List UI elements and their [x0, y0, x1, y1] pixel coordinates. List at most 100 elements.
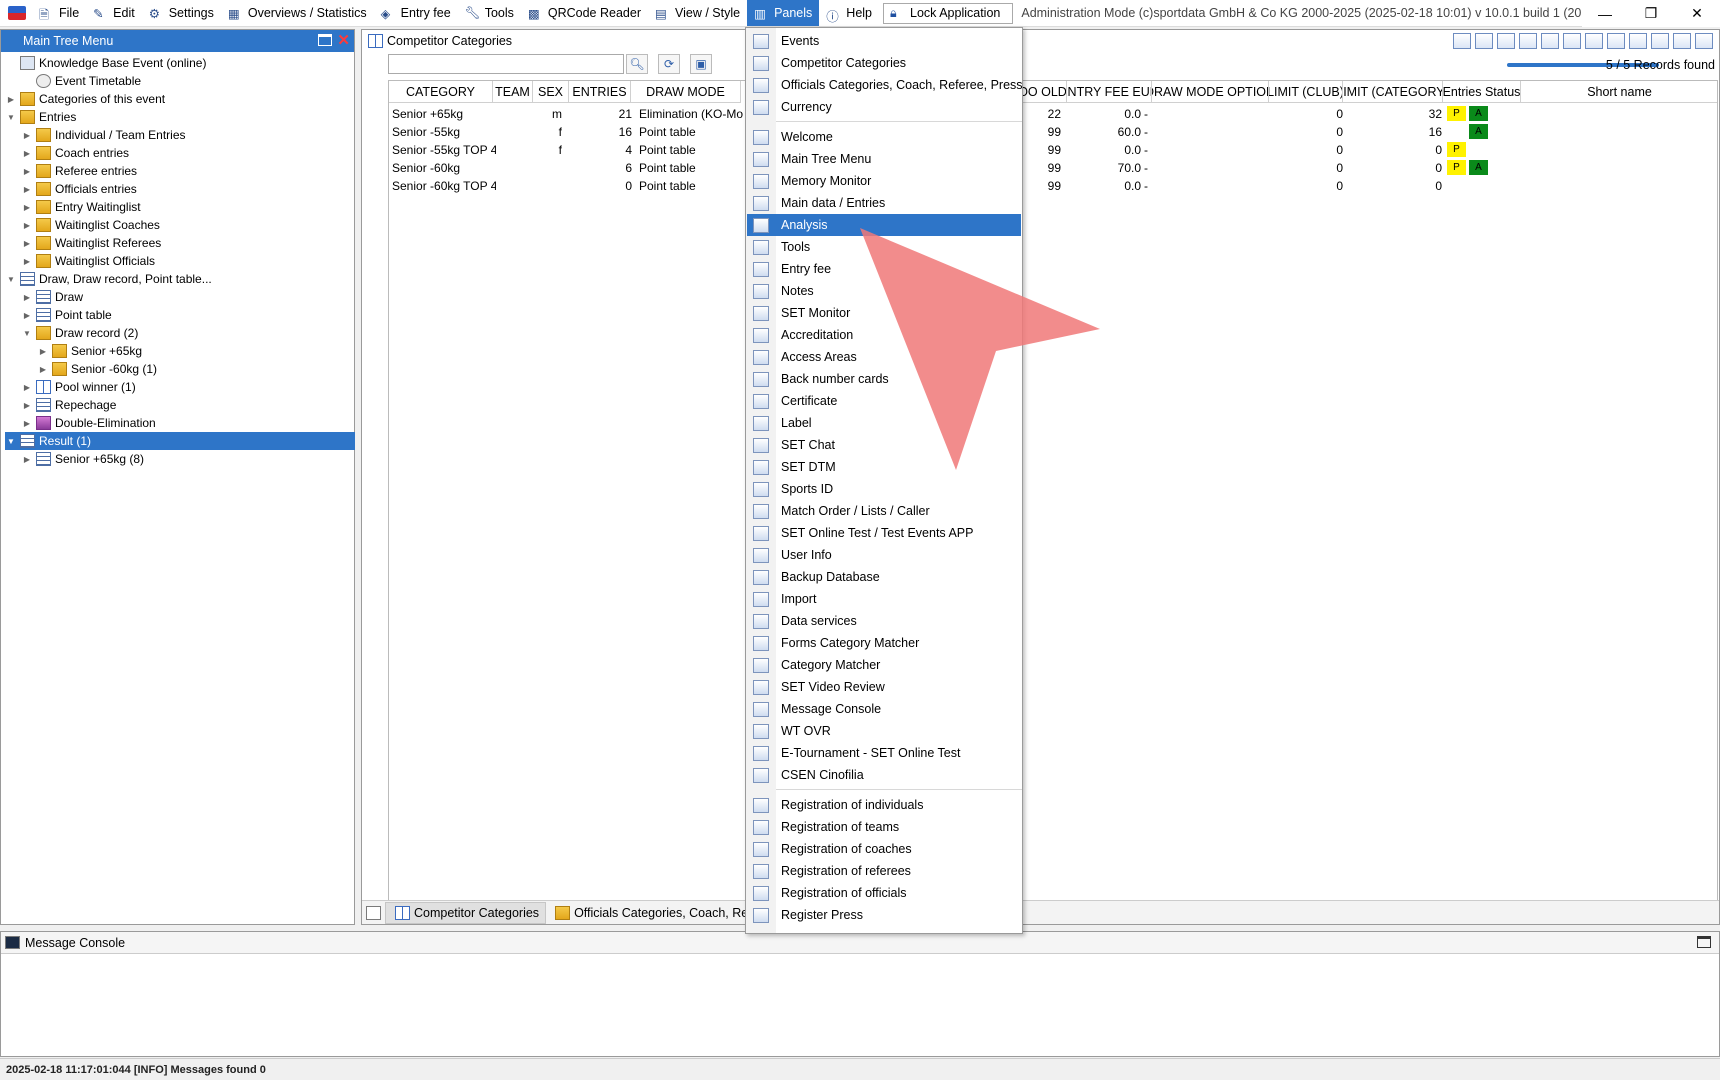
cell-category[interactable]: Senior -55kg [392, 123, 496, 141]
toolbar-icon-12[interactable] [1695, 33, 1713, 49]
cell-draw-mode[interactable]: Elimination (KO-Mo [639, 105, 744, 123]
collapse-icon[interactable]: ▼ [5, 273, 17, 285]
menu-item-csen-cinofilia[interactable]: CSEN Cinofilia [747, 764, 1021, 786]
cell-fee[interactable]: 0.0 [1070, 141, 1141, 159]
expand-icon[interactable]: ▶ [21, 381, 33, 393]
tree-item[interactable]: Knowledge Base Event (online) [5, 54, 355, 72]
toolbar-icon-10[interactable] [1651, 33, 1669, 49]
menu-edit[interactable]: ✎ Edit [86, 0, 142, 26]
cell-category[interactable]: Senior -60kg TOP 4 [392, 177, 496, 195]
menu-item-import[interactable]: Import [747, 588, 1021, 610]
expand-icon[interactable]: ▶ [21, 399, 33, 411]
toolbar-icon-3[interactable] [1497, 33, 1515, 49]
cell-draw-mode[interactable]: Point table [639, 159, 744, 177]
toolbar-icon-5[interactable] [1541, 33, 1559, 49]
toolbar-icon-9[interactable] [1629, 33, 1647, 49]
cell-entries[interactable]: 4 [572, 141, 632, 159]
tree-item[interactable]: ▶ Entry Waitinglist [5, 198, 355, 216]
menu-item-match-order-lists-caller[interactable]: Match Order / Lists / Caller [747, 500, 1021, 522]
tree-item[interactable]: ▶ Senior -60kg (1) [5, 360, 355, 378]
cell-draw-opt[interactable]: - [1144, 141, 1184, 159]
expand-icon[interactable]: ▶ [21, 255, 33, 267]
tree-item[interactable]: ▶ Senior +65kg [5, 342, 355, 360]
cell-draw-mode[interactable]: Point table [639, 177, 744, 195]
maximize-panel-button[interactable] [318, 34, 332, 46]
cell-category[interactable]: Senior -55kg TOP 4 [392, 141, 496, 159]
column-header[interactable]: DRAW MODE [631, 81, 741, 103]
cell-entries[interactable]: 0 [572, 177, 632, 195]
menu-item-set-video-review[interactable]: SET Video Review [747, 676, 1021, 698]
cell-category[interactable]: Senior -60kg [392, 159, 496, 177]
column-header[interactable]: CATEGORY [389, 81, 493, 103]
expand-icon[interactable]: ▶ [21, 201, 33, 213]
menu-item-wt-ovr[interactable]: WT OVR [747, 720, 1021, 742]
menu-item-currency[interactable]: Currency [747, 96, 1021, 118]
menu-settings[interactable]: ⚙ Settings [142, 0, 221, 26]
expand-icon[interactable]: ▶ [21, 129, 33, 141]
tree-item[interactable]: ▶ Senior +65kg (8) [5, 450, 355, 468]
tree-item[interactable]: ▼ Entries [5, 108, 355, 126]
tree-item[interactable]: ▶ Individual / Team Entries [5, 126, 355, 144]
menu-item-memory-monitor[interactable]: Memory Monitor [747, 170, 1021, 192]
menu-item-registration-of-coaches[interactable]: Registration of coaches [747, 838, 1021, 860]
menu-item-data-services[interactable]: Data services [747, 610, 1021, 632]
cell-sex[interactable] [536, 177, 562, 195]
column-header[interactable]: TEAM [493, 81, 533, 103]
cell-draw-opt[interactable]: - [1144, 105, 1184, 123]
cell-fee[interactable]: 0.0 [1070, 177, 1141, 195]
expand-icon[interactable]: ▶ [37, 345, 49, 357]
lock-application-button[interactable]: 🔒︎ Lock Application [883, 2, 1014, 24]
column-header[interactable]: Short name [1521, 81, 1717, 103]
toolbar-icon-8[interactable] [1607, 33, 1625, 49]
save-button[interactable]: ▣ [690, 54, 712, 74]
tree-item[interactable]: ▶ Point table [5, 306, 355, 324]
tree-item[interactable]: Event Timetable [5, 72, 355, 90]
cell-limit-cat[interactable]: 0 [1346, 159, 1442, 177]
cell-sex[interactable] [536, 159, 562, 177]
cell-draw-opt[interactable]: - [1144, 159, 1184, 177]
tab-competitor-categories[interactable]: Competitor Categories [385, 901, 547, 924]
menu-item-user-info[interactable]: User Info [747, 544, 1021, 566]
restore-button[interactable]: ❐ [1628, 0, 1674, 27]
expand-icon[interactable]: ▶ [21, 219, 33, 231]
tree-item[interactable]: ▶ Referee entries [5, 162, 355, 180]
tab-layout-icon[interactable] [366, 905, 381, 920]
tree-item[interactable]: ▼ Result (1) [5, 432, 355, 450]
cell-fee[interactable]: 60.0 [1070, 123, 1141, 141]
menu-item-message-console[interactable]: Message Console [747, 698, 1021, 720]
tree-item[interactable]: ▶ Categories of this event [5, 90, 355, 108]
expand-icon[interactable]: ▶ [21, 309, 33, 321]
cell-limit-club[interactable]: 0 [1272, 159, 1343, 177]
search-button[interactable]: 🔍︎ [626, 54, 648, 74]
menu-item-register-press[interactable]: Register Press [747, 904, 1021, 926]
cell-limit-cat[interactable]: 0 [1346, 141, 1442, 159]
cell-limit-cat[interactable]: 16 [1346, 123, 1442, 141]
refresh-button[interactable]: ⟳ [658, 54, 680, 74]
column-header[interactable]: SEX [533, 81, 569, 103]
menu-overviews-statistics[interactable]: ▦ Overviews / Statistics [221, 0, 374, 26]
close-window-button[interactable]: ✕ [1674, 0, 1720, 27]
expand-icon[interactable]: ▶ [21, 417, 33, 429]
column-header[interactable]: ENTRIES [569, 81, 631, 103]
menu-item-main-tree-menu[interactable]: Main Tree Menu [747, 148, 1021, 170]
column-header[interactable]: LIMIT (CATEGORY) [1343, 81, 1443, 103]
menu-file[interactable]: 🗎 File [32, 0, 86, 26]
cell-sex[interactable]: m [536, 105, 562, 123]
minimize-button[interactable]: — [1582, 0, 1628, 27]
menu-item-category-matcher[interactable]: Category Matcher [747, 654, 1021, 676]
cell-sex[interactable]: f [536, 141, 562, 159]
menu-item-backup-database[interactable]: Backup Database [747, 566, 1021, 588]
menu-item-registration-of-individuals[interactable]: Registration of individuals [747, 794, 1021, 816]
cell-fee[interactable]: 70.0 [1070, 159, 1141, 177]
menu-item-registration-of-referees[interactable]: Registration of referees [747, 860, 1021, 882]
menu-item-officials-categories-coach-referee-press[interactable]: Officials Categories, Coach, Referee, Pr… [747, 74, 1023, 96]
cell-entries[interactable]: 16 [572, 123, 632, 141]
expand-icon[interactable]: ▶ [37, 363, 49, 375]
tree-item[interactable]: ▶ Waitinglist Referees [5, 234, 355, 252]
cell-draw-mode[interactable]: Point table [639, 123, 744, 141]
expand-icon[interactable]: ▶ [21, 183, 33, 195]
menu-help[interactable]: ⓘ Help [819, 0, 879, 26]
menu-item-registration-of-teams[interactable]: Registration of teams [747, 816, 1021, 838]
tree-item[interactable]: ▶ Double-Elimination [5, 414, 355, 432]
expand-icon[interactable]: ▶ [5, 93, 17, 105]
